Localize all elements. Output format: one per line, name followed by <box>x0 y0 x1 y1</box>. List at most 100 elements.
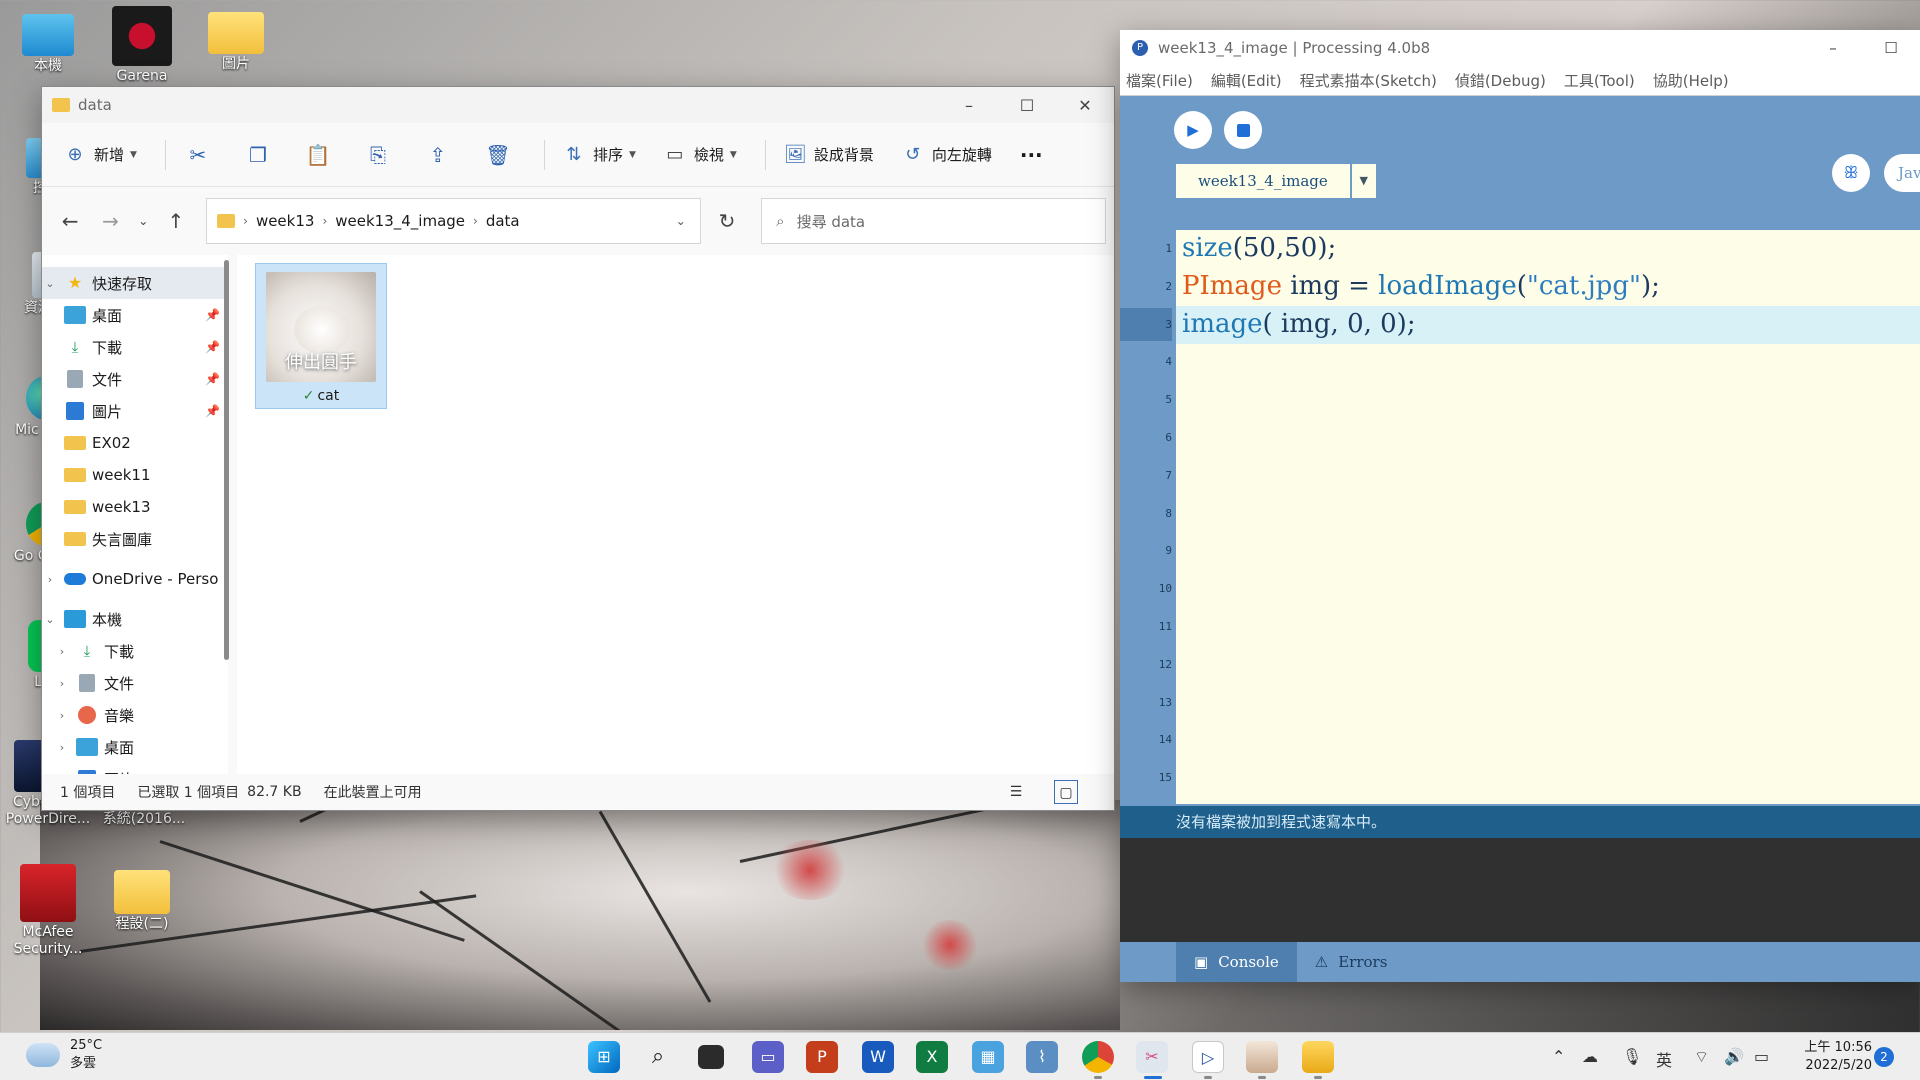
refresh-button[interactable]: ↻ <box>707 209 747 233</box>
processing-titlebar[interactable]: P week13_4_image | Processing 4.0b8 – ☐ <box>1120 30 1920 66</box>
nav-folder-ex02[interactable]: EX02 <box>42 427 228 459</box>
search-input[interactable]: ⌕ 搜尋 data <box>761 198 1106 244</box>
forward-button[interactable]: → <box>90 209 130 233</box>
breadcrumb-item[interactable]: week13 <box>256 212 315 230</box>
nav-folder-week11[interactable]: week11 <box>42 459 228 491</box>
start-button[interactable]: ⊞ <box>588 1041 620 1073</box>
nav-pc-documents[interactable]: › 文件 <box>42 667 228 699</box>
battery-icon[interactable]: ▭ <box>1754 1047 1769 1066</box>
address-bar[interactable]: › week13 › week13_4_image › data ⌄ <box>206 198 701 244</box>
desktop-icon-course-folder[interactable]: 程設(二) <box>94 870 190 933</box>
nav-pinned-documents[interactable]: 文件 📌 <box>42 363 228 395</box>
sort-button[interactable]: ⇅ 排序 ▼ <box>563 144 635 166</box>
control-panel-button[interactable]: ▦ <box>972 1041 1004 1073</box>
volume-icon[interactable]: 🔊 <box>1724 1047 1744 1066</box>
more-options-button[interactable]: ··· <box>1020 143 1043 167</box>
nav-pc-desktop[interactable]: › 桌面 <box>42 731 228 763</box>
nav-pc-music[interactable]: › 音樂 <box>42 699 228 731</box>
tab-week13-4-image[interactable]: week13_4_image <box>1176 164 1350 198</box>
maximize-button[interactable]: ☐ <box>998 96 1056 115</box>
nav-folder-gallery[interactable]: 失言圖庫 <box>42 523 228 555</box>
console-tab[interactable]: ▣ Console <box>1176 942 1297 982</box>
breadcrumb-item[interactable]: week13_4_image <box>335 212 465 230</box>
clock[interactable]: 上午 10:56 2022/5/20 <box>1780 1039 1872 1075</box>
powerpoint-button[interactable]: P <box>806 1041 838 1073</box>
snipping-tool-button[interactable]: ✂ <box>1136 1041 1168 1073</box>
cut-button[interactable]: ✂ <box>184 141 212 169</box>
game-app-button[interactable] <box>1246 1041 1278 1073</box>
nav-pinned-desktop[interactable]: 桌面 📌 <box>42 299 228 331</box>
set-background-button[interactable]: 🖼 設成背景 <box>784 144 874 166</box>
thumbnail-view-button[interactable]: ▢ <box>1054 780 1078 804</box>
chevron-right-icon: › <box>322 214 328 228</box>
breadcrumb-item[interactable]: data <box>486 212 520 230</box>
run-button[interactable]: ▶ <box>1174 111 1212 149</box>
teams-chat-button[interactable]: ▭ <box>752 1041 784 1073</box>
wifi-icon[interactable]: ⌔ <box>1694 1047 1709 1067</box>
notification-badge[interactable]: 2 <box>1874 1047 1894 1067</box>
nav-folder-week13[interactable]: week13 <box>42 491 228 523</box>
task-view-button[interactable] <box>698 1045 724 1069</box>
show-hidden-icons-button[interactable]: ⌃ <box>1552 1047 1565 1066</box>
address-dropdown-button[interactable]: ⌄ <box>676 214 686 228</box>
nav-pinned-pictures[interactable]: 圖片 📌 <box>42 395 228 427</box>
onedrive-error-icon[interactable]: ☁ <box>1582 1047 1598 1066</box>
tab-menu-button[interactable]: ▼ <box>1351 164 1376 198</box>
code-line[interactable]: image( img, 0, 0); <box>1182 306 1416 344</box>
details-view-button[interactable]: ☰ <box>1004 780 1028 804</box>
nav-scrollbar[interactable] <box>224 260 229 660</box>
desktop-icon-mcafee[interactable]: McAfee Security... <box>0 864 96 958</box>
search-button[interactable]: ⌕ <box>642 1041 674 1073</box>
debug-toggle-button[interactable]: ꕥ <box>1832 154 1870 192</box>
close-button[interactable]: ✕ <box>1056 96 1114 115</box>
word-button[interactable]: W <box>862 1041 894 1073</box>
menu-edit[interactable]: 編輯(Edit) <box>1211 70 1282 91</box>
nav-pc-downloads[interactable]: › ⤓ 下載 <box>42 635 228 667</box>
nav-quick-access[interactable]: ⌄ ★ 快速存取 <box>42 267 228 299</box>
desktop-icon-garena[interactable]: Garena <box>94 6 190 85</box>
rotate-left-button[interactable]: ↺ 向左旋轉 <box>902 144 992 166</box>
minimize-button[interactable]: – <box>940 96 998 115</box>
console-area[interactable] <box>1120 838 1920 942</box>
menu-tool[interactable]: 工具(Tool) <box>1564 70 1635 91</box>
nav-this-pc[interactable]: ⌄ 本機 <box>42 603 228 635</box>
desktop-icon-pictures[interactable]: 圖片 <box>188 12 284 73</box>
delete-button[interactable]: 🗑 <box>484 141 512 169</box>
desktop-icon-this-pc[interactable]: 本機 <box>0 8 96 75</box>
new-button[interactable]: ⊕ 新增 ▼ <box>64 144 136 166</box>
windows-logo-icon: ⊞ <box>597 1047 611 1066</box>
excel-button[interactable]: X <box>916 1041 948 1073</box>
view-button[interactable]: ▭ 檢視 ▼ <box>664 144 736 166</box>
mode-selector[interactable]: Jav <box>1884 154 1920 192</box>
up-button[interactable]: ↑ <box>156 209 196 233</box>
recent-locations-button[interactable]: ⌄ <box>131 214 156 228</box>
processing-button[interactable]: ▷ <box>1192 1041 1224 1073</box>
back-button[interactable]: ← <box>50 209 90 233</box>
errors-tab[interactable]: ⚠ Errors <box>1297 942 1406 982</box>
menu-file[interactable]: 檔案(File) <box>1126 70 1193 91</box>
explorer-titlebar[interactable]: data – ☐ ✕ <box>42 87 1114 123</box>
minimize-button[interactable]: – <box>1804 39 1862 57</box>
file-item-cat[interactable]: 伸出圓手 ✓ cat <box>255 263 387 409</box>
code-editor[interactable]: 12345678910111213141516 size(50,50);PIma… <box>1120 230 1920 804</box>
weather-widget[interactable]: 25°C 多雲 <box>26 1037 102 1073</box>
maximize-button[interactable]: ☐ <box>1862 39 1920 57</box>
menu-help[interactable]: 協助(Help) <box>1653 70 1729 91</box>
nav-pinned-downloads[interactable]: ⤓ 下載 📌 <box>42 331 228 363</box>
chrome-button[interactable] <box>1082 1041 1114 1073</box>
input-language-indicator[interactable]: 英 <box>1656 1047 1672 1071</box>
code-line[interactable]: PImage img = loadImage("cat.jpg"); <box>1182 268 1660 306</box>
copy-button[interactable]: ❐ <box>244 141 272 169</box>
menu-debug[interactable]: 偵錯(Debug) <box>1455 70 1546 91</box>
stop-button[interactable] <box>1224 111 1262 149</box>
paste-button[interactable]: 📋 <box>304 141 332 169</box>
microphone-icon[interactable]: 🎙 <box>1622 1047 1642 1066</box>
file-explorer-button[interactable] <box>1302 1041 1334 1073</box>
menu-sketch[interactable]: 程式素描本(Sketch) <box>1300 70 1437 91</box>
code-line[interactable]: size(50,50); <box>1182 230 1336 268</box>
file-explorer-window: data – ☐ ✕ ⊕ 新增 ▼ ✂ ❐ 📋 ⎘ ⇪ 🗑 ⇅ 排序 ▼ ▭ 檢… <box>41 86 1115 811</box>
rename-button[interactable]: ⎘ <box>364 141 392 169</box>
nav-onedrive[interactable]: › OneDrive - Perso <box>42 563 228 595</box>
share-button[interactable]: ⇪ <box>424 141 452 169</box>
performance-monitor-button[interactable]: ⌇ <box>1026 1041 1058 1073</box>
